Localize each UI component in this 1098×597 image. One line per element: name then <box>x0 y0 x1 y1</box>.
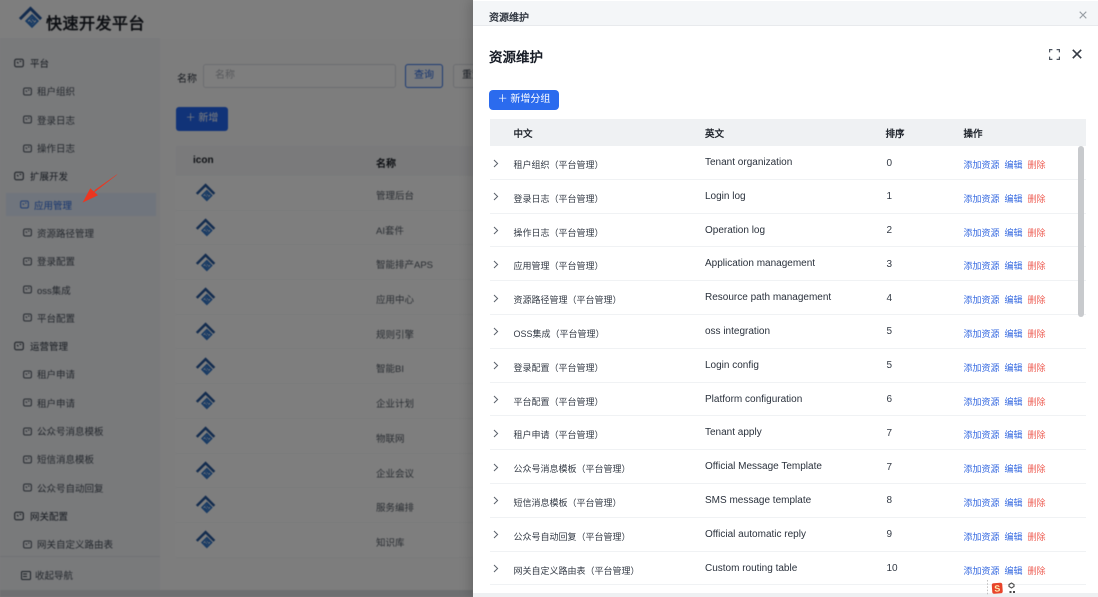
svg-text:S: S <box>994 583 1001 593</box>
